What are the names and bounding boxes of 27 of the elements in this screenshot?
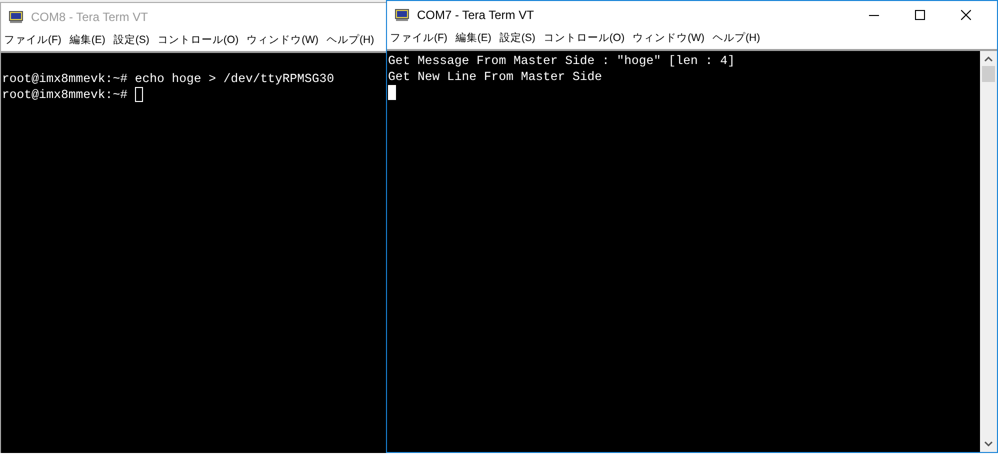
terminal-logo-icon xyxy=(395,9,409,21)
close-icon xyxy=(961,10,971,20)
menu-item[interactable]: ファイル(F) xyxy=(4,33,62,49)
scrollbar-thumb[interactable] xyxy=(982,66,995,82)
terminal-line: root@imx8mmevk:~# echo hoge > /dev/ttyRPMSG30 xyxy=(2,71,334,87)
menu-item[interactable]: ウィンドウ(W) xyxy=(632,31,704,47)
terminal-line: Get Message From Master Side : "hoge" [len : 4] xyxy=(388,53,735,69)
minimize-icon xyxy=(869,14,879,16)
menu-item[interactable]: ヘルプ(H) xyxy=(712,31,760,47)
vertical-scrollbar[interactable] xyxy=(980,51,997,452)
menu-item[interactable]: コントロール(O) xyxy=(543,31,625,47)
terminal-logo-icon xyxy=(9,11,23,23)
scroll-down-icon xyxy=(984,441,993,447)
terminal-line: root@imx8mmevk:~# xyxy=(2,87,128,103)
menu-item[interactable]: ファイル(F) xyxy=(390,31,448,47)
window-title: COM8 - Tera Term VT xyxy=(31,9,148,26)
menu-item[interactable]: 編集(E) xyxy=(455,31,492,47)
window-title: COM7 - Tera Term VT xyxy=(417,7,534,24)
menu-item[interactable]: ヘルプ(H) xyxy=(326,33,374,49)
menu-item[interactable]: 編集(E) xyxy=(69,33,106,49)
menu-item[interactable]: ウィンドウ(W) xyxy=(246,33,318,49)
menu-item[interactable]: 設定(S) xyxy=(113,33,150,49)
scroll-up-icon xyxy=(984,56,993,62)
terminal-line: Get New Line From Master Side xyxy=(388,69,602,85)
menu-item[interactable]: コントロール(O) xyxy=(157,33,239,49)
maximize-icon xyxy=(915,10,925,20)
menu-item[interactable]: 設定(S) xyxy=(499,31,536,47)
